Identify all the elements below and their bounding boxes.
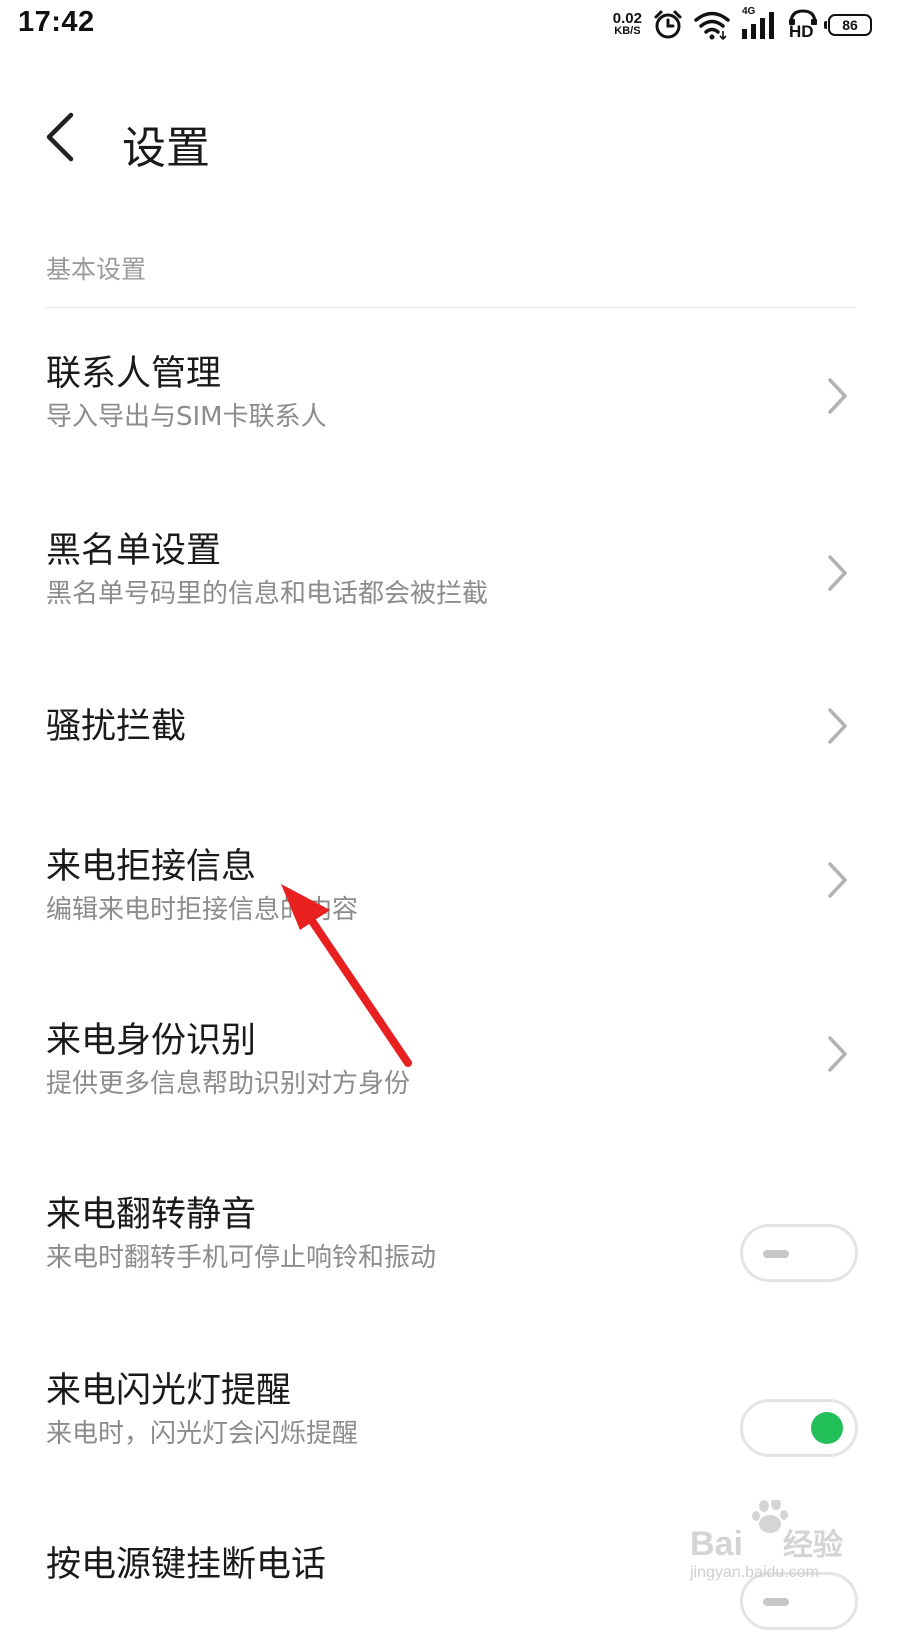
row-subtitle: 来电时，闪光灯会闪烁提醒 (46, 1419, 359, 1449)
flash-alert-toggle[interactable] (740, 1399, 858, 1457)
hd-label: HD (789, 22, 814, 41)
wifi-icon (694, 10, 730, 40)
signal-icon: 4G (740, 6, 778, 41)
status-icons: 0.02 KB/S 4G HD 86 (612, 6, 872, 42)
row-subtitle: 导入导出与SIM卡联系人 (46, 402, 327, 432)
annotation-arrow (281, 884, 412, 1067)
header: 设置 (0, 90, 900, 190)
row-title: 骚扰拦截 (46, 707, 187, 747)
toggle-off-indicator (763, 1250, 789, 1258)
setting-row-harassment-block[interactable]: 骚扰拦截 (0, 690, 900, 780)
flip-to-mute-toggle[interactable] (740, 1224, 858, 1282)
setting-row-reject-message[interactable]: 来电拒接信息 编辑来电时拒接信息的内容 (0, 838, 900, 948)
battery-level: 86 (842, 17, 858, 33)
row-subtitle: 黑名单号码里的信息和电话都会被拦截 (46, 579, 489, 609)
status-bar: 17:42 0.02 KB/S 4G HD 86 (0, 0, 900, 50)
chevron-left-icon (46, 112, 74, 162)
chevron-right-icon (828, 555, 847, 591)
row-title: 来电翻转静音 (46, 1195, 257, 1235)
row-subtitle: 提供更多信息帮助识别对方身份 (46, 1069, 411, 1099)
toggle-off-indicator (763, 1598, 789, 1606)
chevron-right-icon (828, 862, 847, 898)
power-key-hangup-toggle[interactable] (740, 1572, 858, 1630)
chevron-right-icon (828, 708, 847, 744)
chevron-right-icon (828, 1036, 847, 1072)
toggle-on-knob (811, 1412, 843, 1444)
back-button[interactable] (34, 106, 86, 168)
row-subtitle: 来电时翻转手机可停止响铃和振动 (46, 1243, 437, 1273)
setting-row-contact-management[interactable]: 联系人管理 导入导出与SIM卡联系人 (0, 340, 900, 450)
row-title: 按电源键挂断电话 (46, 1545, 327, 1585)
net-speed: 0.02 KB/S (612, 10, 642, 38)
page-title: 设置 (122, 123, 210, 174)
row-title: 黑名单设置 (46, 531, 222, 571)
row-title: 来电身份识别 (46, 1021, 257, 1061)
net-speed-unit: KB/S (614, 25, 641, 37)
row-title: 来电闪光灯提醒 (46, 1371, 292, 1411)
net-speed-value: 0.02 (612, 10, 642, 27)
section-divider (45, 307, 855, 308)
section-title: 基本设置 (46, 255, 147, 284)
row-subtitle: 编辑来电时拒接信息的内容 (46, 895, 359, 925)
alarm-icon (652, 9, 684, 41)
setting-row-caller-id[interactable]: 来电身份识别 提供更多信息帮助识别对方身份 (0, 1012, 900, 1122)
setting-row-flip-to-mute: 来电翻转静音 来电时翻转手机可停止响铃和振动 (0, 1186, 900, 1296)
chevron-right-icon (828, 378, 847, 414)
hd-voice-icon: HD (788, 9, 818, 41)
row-title: 联系人管理 (46, 354, 222, 394)
row-title: 来电拒接信息 (46, 847, 257, 887)
setting-row-blacklist[interactable]: 黑名单设置 黑名单号码里的信息和电话都会被拦截 (0, 517, 900, 627)
setting-row-power-key-hangup: 按电源键挂断电话 (0, 1536, 900, 1630)
status-time: 17:42 (18, 6, 95, 38)
battery-icon: 86 (824, 14, 872, 36)
setting-row-flash-alert: 来电闪光灯提醒 来电时，闪光灯会闪烁提醒 (0, 1362, 900, 1472)
